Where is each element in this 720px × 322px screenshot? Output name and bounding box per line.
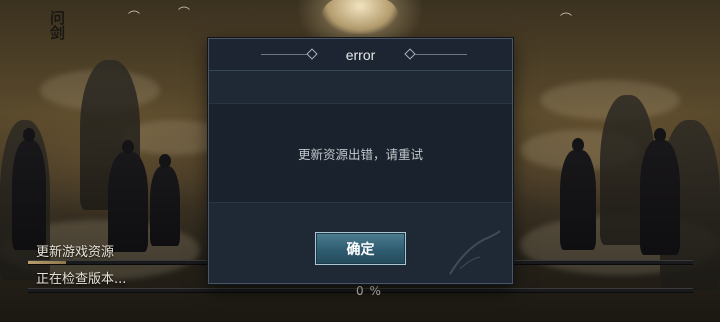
error-message: 更新资源出错，请重试 — [297, 146, 423, 162]
modal-overlay: error 更新资源出错，请重试 确定 — [0, 0, 720, 322]
dialog-title: error — [345, 46, 376, 63]
dialog-header: error — [209, 39, 512, 71]
header-ornament-line — [415, 54, 467, 55]
ink-brush-decoration — [449, 230, 501, 275]
diamond-ornament-icon — [404, 48, 416, 60]
header-ornament-line — [261, 54, 313, 55]
confirm-button[interactable]: 确定 — [315, 232, 406, 265]
diamond-ornament-icon — [306, 48, 318, 60]
error-dialog: error 更新资源出错，请重试 确定 — [208, 38, 513, 284]
dialog-body: 更新资源出错，请重试 — [209, 103, 512, 203]
